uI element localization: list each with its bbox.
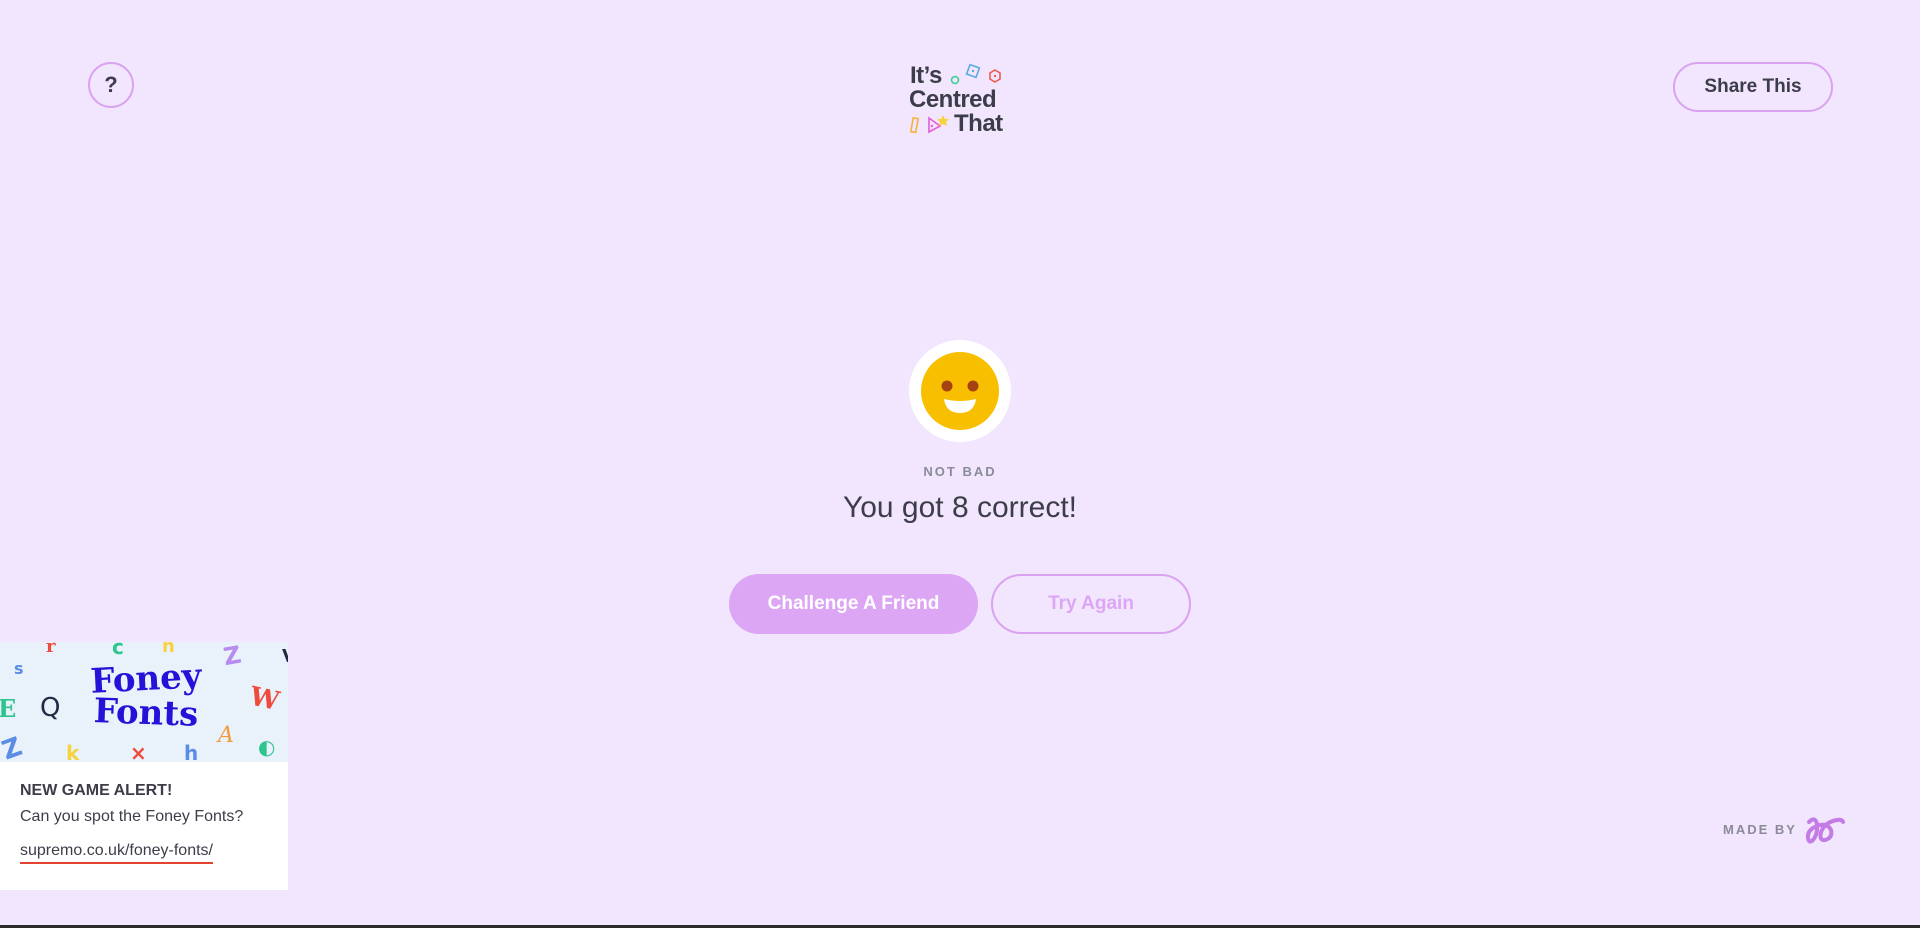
svg-text:s: s (14, 659, 24, 678)
svg-text:V: V (282, 646, 288, 667)
help-button[interactable]: ? (88, 62, 134, 108)
svg-text:Q: Q (40, 693, 60, 723)
svg-text:E: E (0, 694, 16, 723)
svg-text:◐: ◐ (258, 735, 275, 759)
svg-text:Z: Z (221, 642, 243, 671)
promo-banner-title: Foney Fonts (76, 656, 216, 735)
smiley-face-icon (921, 352, 999, 430)
svg-text:W: W (246, 681, 283, 717)
results-page: ? It’s Centred That Share This NOT BAD Y… (0, 0, 1920, 928)
logo[interactable]: It’s Centred That (905, 60, 1025, 140)
promo-banner-title-line-2: Fonts (93, 691, 199, 735)
promo-banner[interactable]: r c n Z s Q E Z k × h W A ◐ V Foney Font… (0, 642, 288, 762)
svg-text:×: × (130, 741, 147, 762)
promo-question: Can you spot the Foney Fonts? (20, 808, 244, 825)
logo-shapes-icon (909, 63, 1001, 134)
supremo-logo-icon (1805, 817, 1845, 844)
result-rating: NOT BAD (923, 464, 997, 479)
svg-text:Z: Z (0, 732, 26, 762)
promo-alert: NEW GAME ALERT! (20, 782, 173, 799)
promo-card[interactable]: r c n Z s Q E Z k × h W A ◐ V Foney Font… (0, 642, 288, 890)
result-score: You got 8 correct! (842, 491, 1078, 524)
svg-text:n: n (162, 642, 175, 657)
try-again-button[interactable]: Try Again (991, 574, 1191, 634)
svg-text:A: A (216, 723, 234, 748)
promo-link[interactable]: supremo.co.uk/foney-fonts/ (20, 842, 213, 864)
result-face (909, 340, 1011, 442)
challenge-friend-button[interactable]: Challenge A Friend (729, 574, 978, 634)
svg-text:h: h (184, 741, 198, 762)
made-by[interactable]: MADE BY (1723, 814, 1845, 844)
svg-text:c: c (112, 642, 124, 659)
promo-body: NEW GAME ALERT! Can you spot the Foney F… (0, 762, 288, 864)
svg-text:r: r (46, 642, 56, 657)
made-by-label: MADE BY (1723, 821, 1797, 837)
result-panel: NOT BAD You got 8 correct! (0, 340, 1920, 525)
share-button[interactable]: Share This (1673, 62, 1833, 112)
svg-text:k: k (66, 741, 80, 762)
help-button-label: ? (104, 72, 118, 97)
result-actions: Challenge A Friend Try Again (729, 574, 1191, 634)
share-button-label: Share This (1704, 76, 1802, 97)
